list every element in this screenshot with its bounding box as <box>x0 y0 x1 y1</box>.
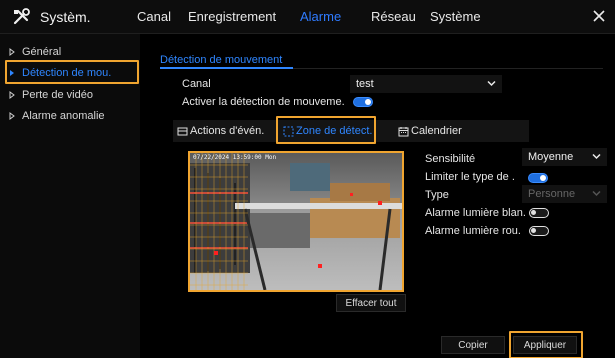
camera-preview[interactable]: 07/22/2024 13:59:00 Mon <box>188 151 404 292</box>
sidebar-item-anomaly-alarm[interactable]: Alarme anomalie <box>0 107 140 125</box>
sidebar: Général Détection de mou. Perte de vidéo… <box>0 34 140 358</box>
canal-value: test <box>356 78 374 90</box>
white-light-label: Alarme lumière blan. <box>425 207 526 219</box>
section-divider <box>293 68 603 69</box>
type-value: Personne <box>528 188 576 200</box>
type-label: Type <box>425 189 449 201</box>
subtab-label: Zone de détect. <box>296 125 373 137</box>
canal-select[interactable]: test <box>350 75 502 93</box>
calendar-icon <box>398 126 409 136</box>
sidebar-item-motion-detection[interactable]: Détection de mou. <box>0 64 140 82</box>
red-light-toggle[interactable] <box>529 226 549 236</box>
enable-motion-toggle[interactable] <box>353 97 373 107</box>
sensitivity-select[interactable]: Moyenne <box>522 148 607 166</box>
chevron-down-icon <box>592 153 601 160</box>
caret-right-icon <box>10 70 14 76</box>
caret-right-icon <box>9 91 15 99</box>
canal-label: Canal <box>182 78 211 90</box>
limit-type-toggle[interactable] <box>528 173 548 183</box>
clear-all-button[interactable]: Effacer tout <box>336 294 406 312</box>
chevron-down-icon <box>592 190 601 197</box>
zone-icon <box>283 126 294 136</box>
limit-type-label: Limiter le type de . <box>425 171 515 183</box>
subtab-label: Calendrier <box>411 125 462 137</box>
copy-button[interactable]: Copier <box>441 336 505 354</box>
sidebar-item-video-loss[interactable]: Perte de vidéo <box>0 86 140 104</box>
app-title: Systèm. <box>40 9 91 25</box>
camera-scene-image <box>190 153 402 290</box>
subtab-label: Actions d'évén. <box>190 125 265 137</box>
red-light-label: Alarme lumière rou. <box>425 225 521 237</box>
caret-right-icon <box>9 112 15 120</box>
tab-reseau[interactable]: Réseau <box>371 0 416 34</box>
apply-button[interactable]: Appliquer <box>513 336 577 354</box>
tab-enregistrement[interactable]: Enregistrement <box>188 0 276 34</box>
event-actions-icon <box>177 127 188 135</box>
subtab-event-actions[interactable]: Actions d'évén. <box>177 120 264 142</box>
sidebar-item-general[interactable]: Général <box>0 43 140 61</box>
tab-alarme[interactable]: Alarme <box>300 0 341 34</box>
tab-systeme[interactable]: Système <box>430 0 481 34</box>
section-underline <box>160 67 293 69</box>
close-icon[interactable] <box>591 8 607 24</box>
main-content: Détection de mouvement Canal test Active… <box>140 34 615 358</box>
sensitivity-label: Sensibilité <box>425 153 476 165</box>
system-tools-icon <box>13 8 30 25</box>
sidebar-item-label: Général <box>22 46 62 58</box>
section-title: Détection de mouvement <box>160 54 283 66</box>
sidebar-item-label: Détection de mou. <box>22 67 112 79</box>
app-logo: Systèm. <box>12 7 91 27</box>
subtab-calendar[interactable]: Calendrier <box>398 120 462 142</box>
white-light-toggle[interactable] <box>529 208 549 218</box>
type-select: Personne <box>522 185 607 203</box>
subtab-detection-zone[interactable]: Zone de détect. <box>283 120 372 142</box>
enable-motion-label: Activer la détection de mouveme. <box>182 96 345 108</box>
sensitivity-value: Moyenne <box>528 151 574 163</box>
tab-canal[interactable]: Canal <box>137 0 171 34</box>
sidebar-item-label: Perte de vidéo <box>22 89 93 101</box>
sidebar-item-label: Alarme anomalie <box>22 110 105 122</box>
chevron-down-icon <box>487 80 496 87</box>
caret-right-icon <box>9 48 15 56</box>
top-bar: Systèm. Canal Enregistrement Alarme Rése… <box>0 0 615 34</box>
video-timestamp: 07/22/2024 13:59:00 Mon <box>193 154 277 161</box>
